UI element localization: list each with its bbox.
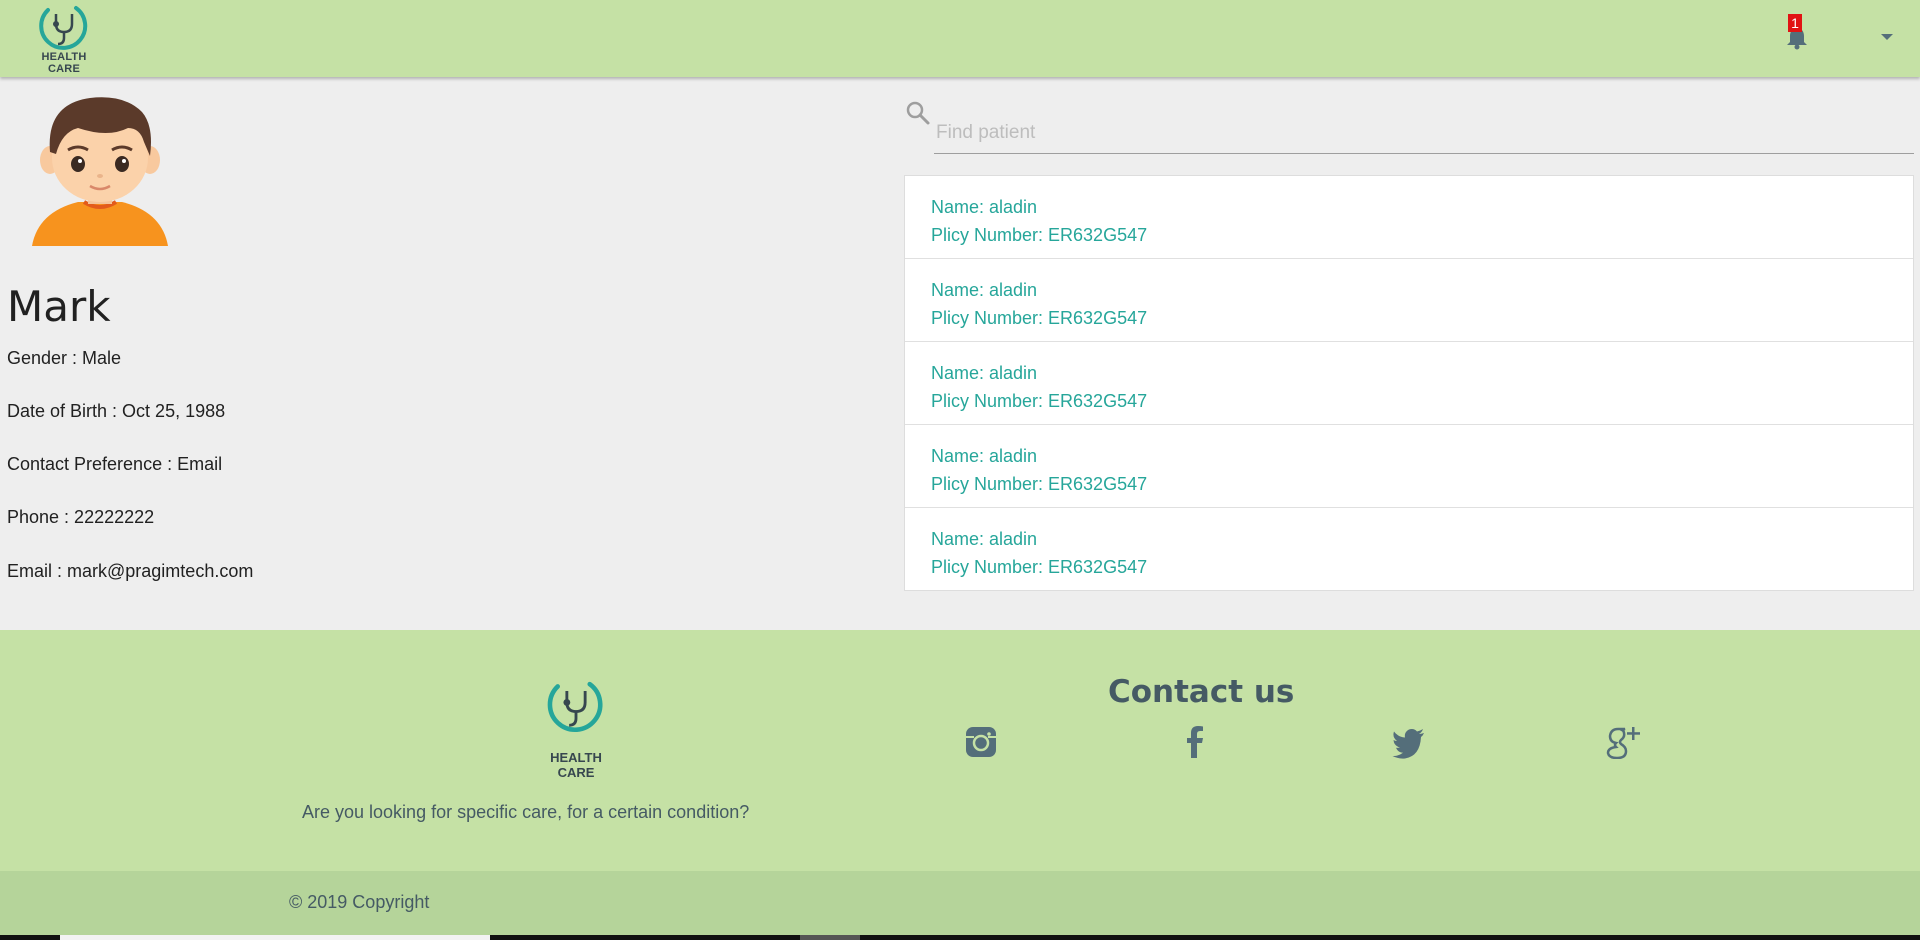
patient-list-item[interactable]: Name: aladin Plicy Number: ER632G547 (905, 425, 1913, 508)
os-taskbar-strip (0, 935, 1920, 940)
patient-list-item[interactable]: Name: aladin Plicy Number: ER632G547 (905, 259, 1913, 342)
account-dropdown-toggle[interactable] (1876, 28, 1896, 48)
copyright-bar: © 2019 Copyright (0, 871, 1920, 935)
stethoscope-logo-icon (39, 6, 88, 50)
patient-policy-number: Plicy Number: ER632G547 (931, 557, 1148, 577)
profile-phone: Phone : 22222222 (7, 507, 155, 527)
google-plus-icon[interactable] (1606, 725, 1640, 760)
footer-tagline: Are you looking for specific care, for a… (302, 802, 750, 822)
patient-policy-number: Plicy Number: ER632G547 (931, 391, 1148, 411)
twitter-icon[interactable] (1392, 725, 1426, 759)
profile-dob: Date of Birth : Oct 25, 1988 (7, 401, 226, 421)
patient-name: Name: aladin (931, 529, 1038, 549)
patient-name: Name: aladin (931, 280, 1038, 300)
contact-us-title: Contact us (1108, 674, 1295, 710)
footer-brand-name: HEALTH CARE (550, 750, 602, 780)
footer-brand-logo[interactable]: HEALTH CARE (530, 674, 622, 780)
patient-list: Name: aladin Plicy Number: ER632G547 Nam… (904, 175, 1914, 591)
patient-name: Name: aladin (931, 197, 1038, 217)
notifications-button[interactable]: 1 (1786, 14, 1812, 50)
profile-gender: Gender : Male (7, 348, 122, 368)
instagram-icon[interactable] (964, 725, 998, 759)
taskbar-segment (800, 935, 860, 940)
patient-name: Name: aladin (931, 363, 1038, 383)
patient-policy-number: Plicy Number: ER632G547 (931, 308, 1148, 328)
stethoscope-logo-icon (547, 681, 603, 732)
brand-logo[interactable]: HEALTH CARE (26, 0, 102, 75)
search-icon (905, 100, 931, 126)
notification-badge: 1 (1788, 14, 1802, 32)
copyright-text: © 2019 Copyright (289, 892, 430, 912)
facebook-icon[interactable] (1178, 725, 1212, 759)
footer: HEALTH CARE Are you looking for specific… (0, 630, 1920, 871)
taskbar-segment (60, 935, 490, 940)
find-patient-input[interactable] (934, 112, 1914, 154)
profile-email: Email : mark@pragimtech.com (7, 561, 254, 581)
patient-list-item[interactable]: Name: aladin Plicy Number: ER632G547 (905, 342, 1913, 425)
profile-name: Mark (7, 282, 111, 331)
profile-contact-preference: Contact Preference : Email (7, 454, 223, 474)
top-navbar: HEALTH CARE 1 (0, 0, 1920, 77)
patient-name: Name: aladin (931, 446, 1038, 466)
patient-list-item[interactable]: Name: aladin Plicy Number: ER632G547 (905, 508, 1913, 590)
brand-name: HEALTH CARE (41, 51, 87, 75)
avatar (28, 94, 172, 246)
patient-policy-number: Plicy Number: ER632G547 (931, 474, 1148, 494)
patient-policy-number: Plicy Number: ER632G547 (931, 225, 1148, 245)
patient-list-item[interactable]: Name: aladin Plicy Number: ER632G547 (905, 176, 1913, 259)
